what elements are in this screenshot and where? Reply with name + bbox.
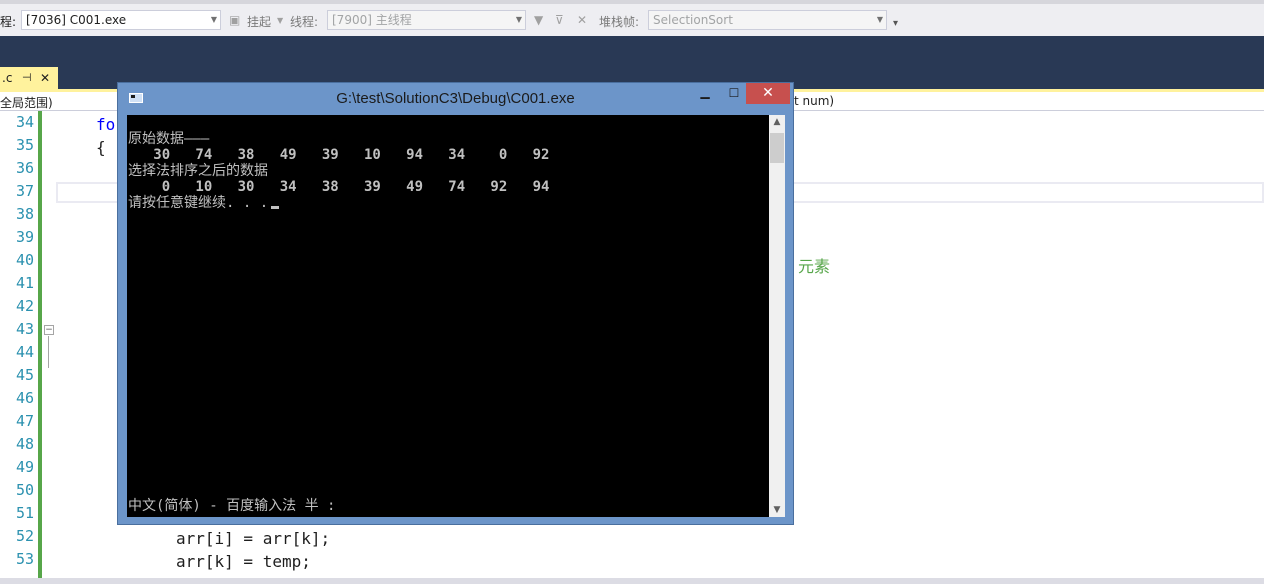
process-label: 程: [0, 15, 17, 29]
line-number: 44 [15, 343, 34, 361]
line-number: 42 [15, 297, 34, 315]
line-number: 40 [15, 251, 34, 269]
stackframe-select-value: SelectionSort [653, 13, 733, 27]
flag-threads-icon[interactable]: ✕ [577, 13, 587, 27]
stackframe-select[interactable]: SelectionSort ▼ [648, 10, 887, 30]
code-comment: 元素 [798, 257, 831, 276]
ime-status: 中文(简体) - 百度输入法 半 : [128, 498, 336, 514]
file-tab-label: .c [2, 71, 13, 85]
close-icon[interactable]: ✕ [40, 67, 50, 89]
line-number: 34 [15, 113, 34, 131]
text-cursor [271, 206, 280, 209]
maximize-button[interactable]: ☐ [720, 83, 748, 103]
process-select-value: [7036] C001.exe [26, 13, 127, 27]
horizontal-scroll-area [0, 578, 1264, 584]
chevron-down-icon: ▼ [876, 15, 883, 24]
console-window[interactable]: G:\test\SolutionC3\Debug\C001.exe ▁ ☐ ✕ … [117, 82, 794, 525]
debug-toolbar: 程: [7036] C001.exe ▼ ▣ 挂起 ▼ 线程: [7900] 主… [0, 0, 1264, 36]
code-brace: { [96, 138, 106, 157]
filter-icon[interactable]: ▼ [534, 13, 543, 27]
line-number: 39 [15, 228, 34, 246]
filter-clear-icon[interactable]: ⊽ [555, 13, 564, 27]
line-number: 43 [15, 320, 34, 338]
line-number: 45 [15, 366, 34, 384]
line-number: 38 [15, 205, 34, 223]
scroll-up-icon[interactable]: ▲ [769, 117, 785, 127]
line-number: 46 [15, 389, 34, 407]
scroll-thumb[interactable] [770, 133, 784, 163]
console-line: 30 74 38 49 39 10 94 34 0 92 [128, 147, 550, 163]
console-line: 原始数据——— [128, 131, 210, 147]
code-line-53: arr[k] = temp; [176, 552, 311, 571]
collapse-icon[interactable]: − [44, 325, 54, 335]
thread-select[interactable]: [7900] 主线程 ▼ [327, 10, 526, 30]
suspend-button[interactable]: 挂起 [247, 13, 271, 30]
line-number: 35 [15, 136, 34, 154]
console-line: 选择法排序之后的数据 [128, 163, 268, 179]
suspend-icon[interactable]: ▣ [229, 13, 240, 27]
file-tab[interactable]: .c ⊣ ✕ [0, 67, 58, 89]
thread-select-value: [7900] 主线程 [332, 13, 412, 27]
chevron-down-icon: ▼ [515, 15, 522, 24]
chevron-down-icon: ▼ [210, 15, 217, 24]
change-indicator-bar [38, 111, 42, 584]
line-number: 37 [15, 182, 34, 200]
process-select[interactable]: [7036] C001.exe ▼ [21, 10, 221, 30]
pin-icon[interactable]: ⊣ [22, 67, 32, 89]
console-titlebar[interactable]: G:\test\SolutionC3\Debug\C001.exe ▁ ☐ ✕ [118, 83, 793, 115]
line-number: 51 [15, 504, 34, 522]
line-number: 48 [15, 435, 34, 453]
outline-guide [48, 336, 49, 368]
close-button[interactable]: ✕ [746, 83, 790, 104]
line-number: 36 [15, 159, 34, 177]
console-output[interactable]: 原始数据——— 30 74 38 49 39 10 94 34 0 92 选择法… [127, 115, 769, 517]
line-number: 50 [15, 481, 34, 499]
member-dropdown[interactable]: t num) [794, 94, 834, 108]
line-number-gutter: 34 35 36 37 38 39 40 41 42 43 44 45 46 47 48 49 50 51 52 53 [0, 111, 38, 584]
suspend-dropdown-icon[interactable]: ▼ [277, 16, 283, 25]
console-scrollbar[interactable]: ▲ ▼ [769, 115, 785, 517]
console-prompt-line: 请按任意键继续. . . [128, 195, 280, 211]
stackframe-label: 堆栈帧: [599, 15, 640, 29]
toolbar-overflow-icon[interactable]: ▾ [893, 18, 898, 29]
line-number: 49 [15, 458, 34, 476]
code-line-52: arr[i] = arr[k]; [176, 529, 331, 548]
scope-dropdown[interactable]: 全局范围) [0, 94, 53, 111]
code-keyword: fo [96, 115, 116, 134]
thread-label: 线程: [290, 15, 319, 29]
scroll-down-icon[interactable]: ▼ [769, 505, 785, 515]
console-line: 0 10 30 34 38 39 49 74 92 94 [128, 179, 550, 195]
minimize-button[interactable]: ▁ [690, 83, 720, 103]
line-number: 52 [15, 527, 34, 545]
line-number: 41 [15, 274, 34, 292]
console-prompt-text: 请按任意键继续. . . [128, 195, 269, 211]
line-number: 47 [15, 412, 34, 430]
line-number: 53 [15, 550, 34, 568]
